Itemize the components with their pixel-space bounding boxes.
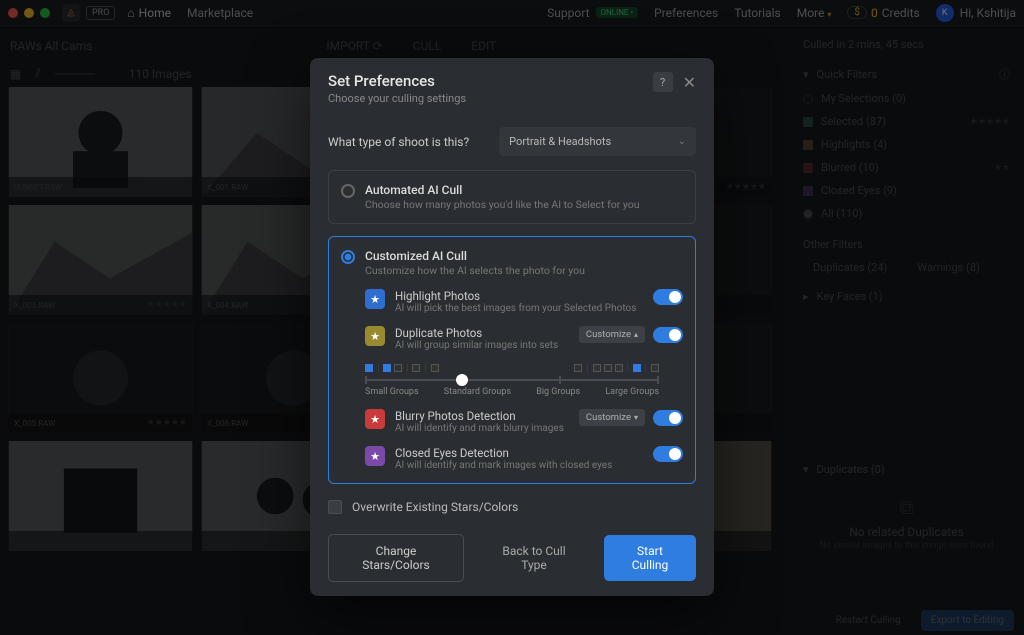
chevron-up-icon: ▴ (634, 330, 638, 339)
back-button[interactable]: Back to Cull Type (476, 535, 592, 581)
customized-title: Customized AI Cull (365, 249, 585, 263)
feature-highlight: ★ Highlight Photos AI will pick the best… (365, 289, 683, 314)
duplicate-desc: AI will group similar images into sets (395, 340, 569, 351)
duplicate-title: Duplicate Photos (395, 326, 569, 340)
option-automated[interactable]: Automated AI Cull Choose how many photos… (328, 170, 696, 224)
shoot-type-label: What type of shoot is this? (328, 135, 469, 149)
blurry-desc: AI will identify and mark blurry images (395, 423, 569, 434)
toggle-blurry[interactable] (653, 410, 683, 426)
group-size-slider-area: ||| ||| Small Groups Standard Groups Big… (365, 363, 659, 397)
shoot-type-select[interactable]: Portrait & Headshots ⌄ (499, 127, 696, 156)
radio-customized[interactable] (341, 250, 355, 264)
option-customized[interactable]: Customized AI Cull Customize how the AI … (328, 236, 696, 484)
help-button[interactable]: ? (653, 72, 673, 92)
customize-label: Customize (586, 412, 631, 423)
radio-automated[interactable] (341, 184, 355, 198)
automated-title: Automated AI Cull (365, 183, 640, 197)
star-icon: ★ (365, 289, 385, 309)
toggle-duplicate[interactable] (653, 327, 683, 343)
automated-desc: Choose how many photos you'd like the AI… (365, 198, 640, 211)
change-stars-button[interactable]: Change Stars/Colors (328, 534, 464, 582)
dialog-title: Set Preferences (328, 72, 466, 90)
slider-label-small: Small Groups (365, 387, 419, 397)
star-icon: ★ (365, 409, 385, 429)
star-icon: ★ (365, 326, 385, 346)
chevron-down-icon: ▾ (634, 413, 638, 422)
feature-blurry: ★ Blurry Photos Detection AI will identi… (365, 409, 683, 434)
overwrite-checkbox[interactable] (328, 500, 342, 514)
dialog-subtitle: Choose your culling settings (328, 92, 466, 105)
customize-blurry-button[interactable]: Customize▾ (579, 409, 645, 426)
feature-closed-eyes: ★ Closed Eyes Detection AI will identify… (365, 446, 683, 471)
slider-thumb[interactable] (456, 374, 468, 386)
highlight-title: Highlight Photos (395, 289, 643, 303)
slider-label-big: Big Groups (536, 387, 580, 397)
customize-label: Customize (586, 329, 631, 340)
toggle-highlight[interactable] (653, 289, 683, 305)
closed-eyes-title: Closed Eyes Detection (395, 446, 643, 460)
slider-label-large: Large Groups (605, 387, 659, 397)
preferences-dialog: Set Preferences Choose your culling sett… (310, 58, 714, 596)
highlight-desc: AI will pick the best images from your S… (395, 303, 643, 314)
star-icon: ★ (365, 446, 385, 466)
close-icon[interactable]: ✕ (683, 73, 696, 92)
start-culling-button[interactable]: Start Culling (604, 535, 696, 581)
toggle-closed-eyes[interactable] (653, 446, 683, 462)
shoot-type-value: Portrait & Headshots (509, 135, 611, 148)
customized-desc: Customize how the AI selects the photo f… (365, 264, 585, 277)
modal-overlay: Set Preferences Choose your culling sett… (0, 0, 1024, 635)
chevron-down-icon: ⌄ (678, 136, 686, 147)
feature-duplicate: ★ Duplicate Photos AI will group similar… (365, 326, 683, 351)
slider-label-standard: Standard Groups (444, 387, 511, 397)
blurry-title: Blurry Photos Detection (395, 409, 569, 423)
group-size-slider[interactable] (365, 379, 659, 381)
overwrite-label: Overwrite Existing Stars/Colors (352, 500, 518, 514)
customize-duplicate-button[interactable]: Customize▴ (579, 326, 645, 343)
closed-eyes-desc: AI will identify and mark images with cl… (395, 460, 643, 471)
